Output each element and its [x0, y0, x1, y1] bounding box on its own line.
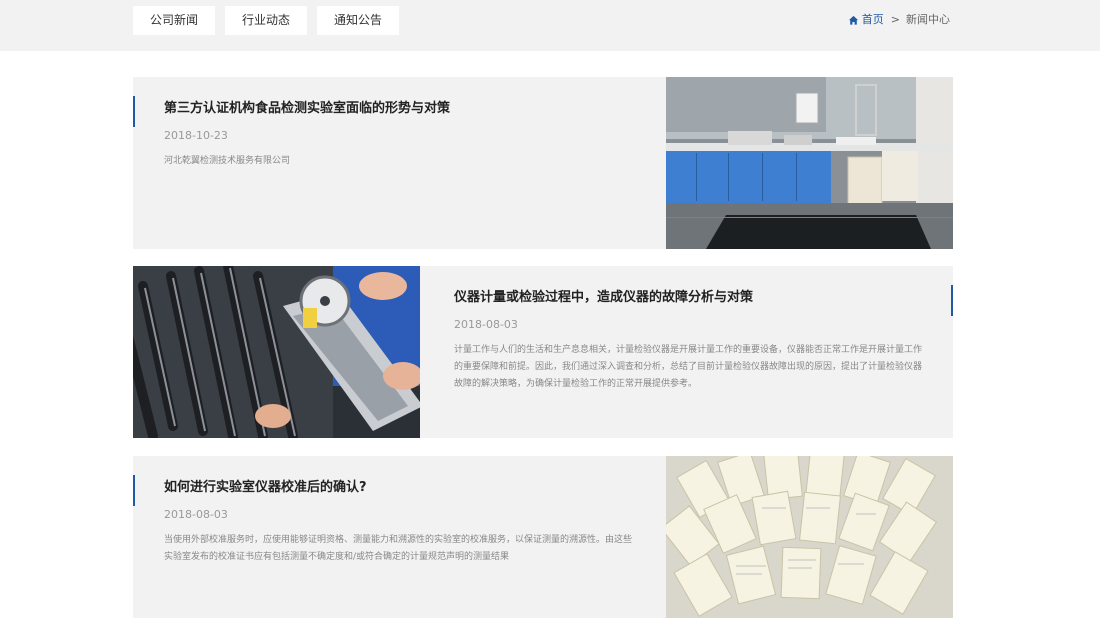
- tab-industry-news[interactable]: 行业动态: [225, 6, 307, 35]
- news-title[interactable]: 如何进行实验室仪器校准后的确认?: [164, 479, 634, 497]
- calibration-certificates-photo[interactable]: [666, 456, 953, 618]
- news-title[interactable]: 仪器计量或检验过程中，造成仪器的故障分析与对策: [454, 289, 924, 307]
- news-summary: 计量工作与人们的生活和生产息息相关，计量检验仪器是开展计量工作的重要设备，仪器能…: [454, 345, 923, 389]
- news-item[interactable]: 第三方认证机构食品检测实验室面临的形势与对策 2018-10-23 河北乾翼检测…: [133, 77, 953, 249]
- accent-bar: [951, 285, 953, 316]
- breadcrumb-home-label: 首页: [861, 13, 884, 26]
- news-date: 2018-08-03: [454, 318, 518, 331]
- news-date: 2018-08-03: [164, 508, 228, 521]
- breadcrumb: 首页 > 新闻中心: [848, 13, 950, 27]
- news-date: 2018-10-23: [164, 129, 228, 142]
- top-bar: 公司新闻 行业动态 通知公告 首页 > 新闻中心: [0, 0, 1100, 51]
- tab-notices[interactable]: 通知公告: [317, 6, 399, 35]
- caliper-measuring-tools-photo[interactable]: [133, 266, 420, 438]
- accent-bar: [133, 96, 135, 127]
- tab-company-news[interactable]: 公司新闻: [133, 6, 215, 35]
- breadcrumb-home-link[interactable]: 首页: [848, 13, 884, 27]
- news-item[interactable]: 仪器计量或检验过程中，造成仪器的故障分析与对策 2018-08-03 计量工作与…: [133, 266, 953, 438]
- news-summary: 河北乾翼检测技术服务有限公司: [164, 156, 291, 166]
- news-item[interactable]: 如何进行实验室仪器校准后的确认? 2018-08-03 当使用外部校准服务时，应…: [133, 456, 953, 618]
- home-icon: [848, 15, 858, 25]
- laboratory-photo[interactable]: [666, 77, 953, 249]
- breadcrumb-current: 新闻中心: [906, 13, 950, 26]
- news-summary: 当使用外部校准服务时，应使用能够证明资格、测量能力和溯源性的实验室的校准服务，以…: [164, 535, 633, 562]
- accent-bar: [133, 475, 135, 506]
- breadcrumb-separator: >: [890, 13, 900, 26]
- news-title[interactable]: 第三方认证机构食品检测实验室面临的形势与对策: [164, 100, 634, 118]
